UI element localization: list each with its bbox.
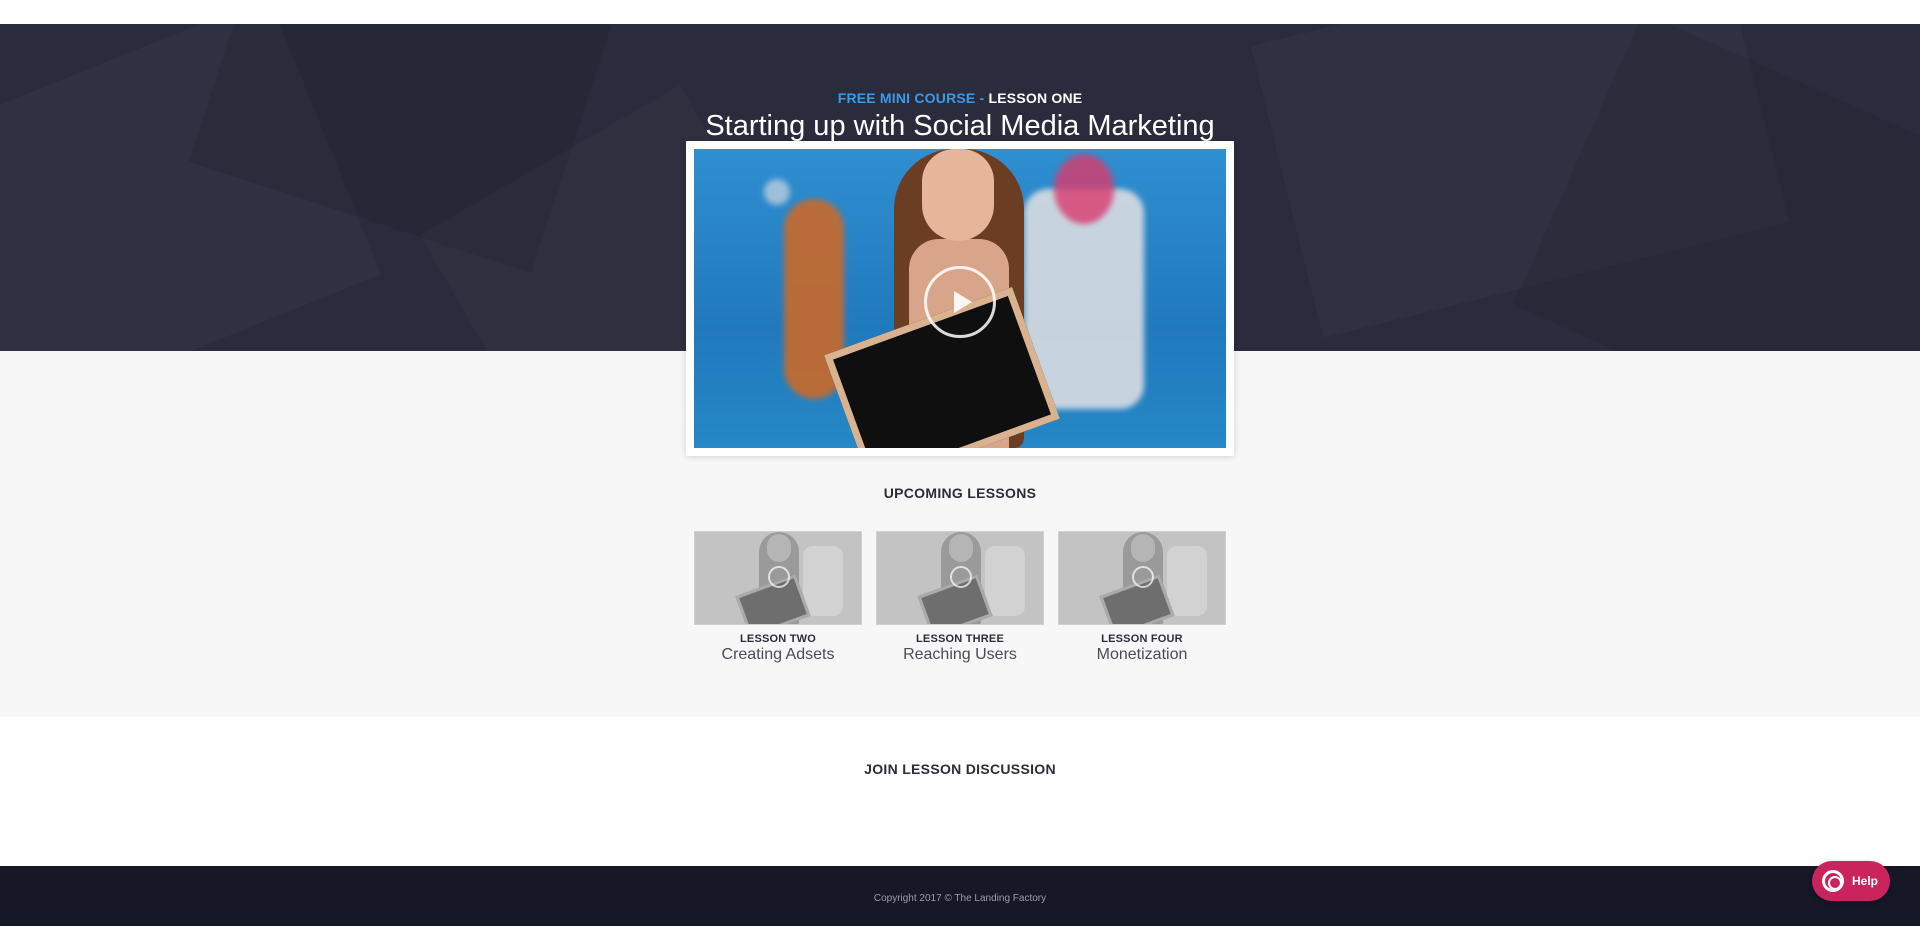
lesson-thumbnail[interactable] [694,531,862,625]
thumb-presenter [767,534,791,562]
thumb-presenter [949,534,973,562]
video-player[interactable] [686,141,1234,456]
play-icon [768,566,790,588]
lesson-title[interactable]: Monetization [1058,646,1226,664]
lesson-label: LESSON FOUR [1101,633,1183,645]
video-bg-figure [764,179,790,205]
lesson-thumbnail[interactable] [876,531,1044,625]
bottom-strip [0,926,1920,952]
video-bg-figure [1054,154,1114,224]
course-eyebrow: FREE MINI COURSE - LESSON ONE [0,90,1920,106]
upcoming-lessons-heading: UPCOMING LESSONS [883,485,1037,501]
lesson-label: LESSON THREE [916,633,1004,645]
play-icon [954,291,972,313]
thumb-presenter [1131,534,1155,562]
thumb-bg-figure [985,546,1025,616]
lesson-title[interactable]: Creating Adsets [694,646,862,664]
eyebrow-course-label: FREE MINI COURSE - [837,90,985,106]
copyright-text: Copyright 2017 © The Landing Factory [873,893,1047,904]
thumb-bg-figure [803,546,843,616]
lesson-label: LESSON TWO [740,633,816,645]
footer: Copyright 2017 © The Landing Factory [0,866,1920,926]
eyebrow-lesson-label: LESSON ONE [988,90,1083,106]
help-button[interactable]: Help [1812,861,1890,901]
lesson-title[interactable]: Reaching Users [876,646,1044,664]
page-title: Starting up with Social Media Marketing [705,110,1215,142]
lesson-card[interactable]: LESSON THREE Reaching Users [876,531,1044,664]
play-icon [950,566,972,588]
help-label: Help [1852,874,1879,888]
lifebuoy-icon [1822,870,1844,892]
lesson-card[interactable]: LESSON TWO Creating Adsets [694,531,862,664]
presenter-figure [922,149,994,241]
discussion-heading: JOIN LESSON DISCUSSION [864,761,1056,777]
play-button[interactable] [924,266,996,338]
play-icon [1132,566,1154,588]
top-strip [0,0,1920,24]
video-thumbnail[interactable] [694,149,1226,448]
thumb-bg-figure [1167,546,1207,616]
lesson-thumbnail[interactable] [1058,531,1226,625]
lesson-card[interactable]: LESSON FOUR Monetization [1058,531,1226,664]
